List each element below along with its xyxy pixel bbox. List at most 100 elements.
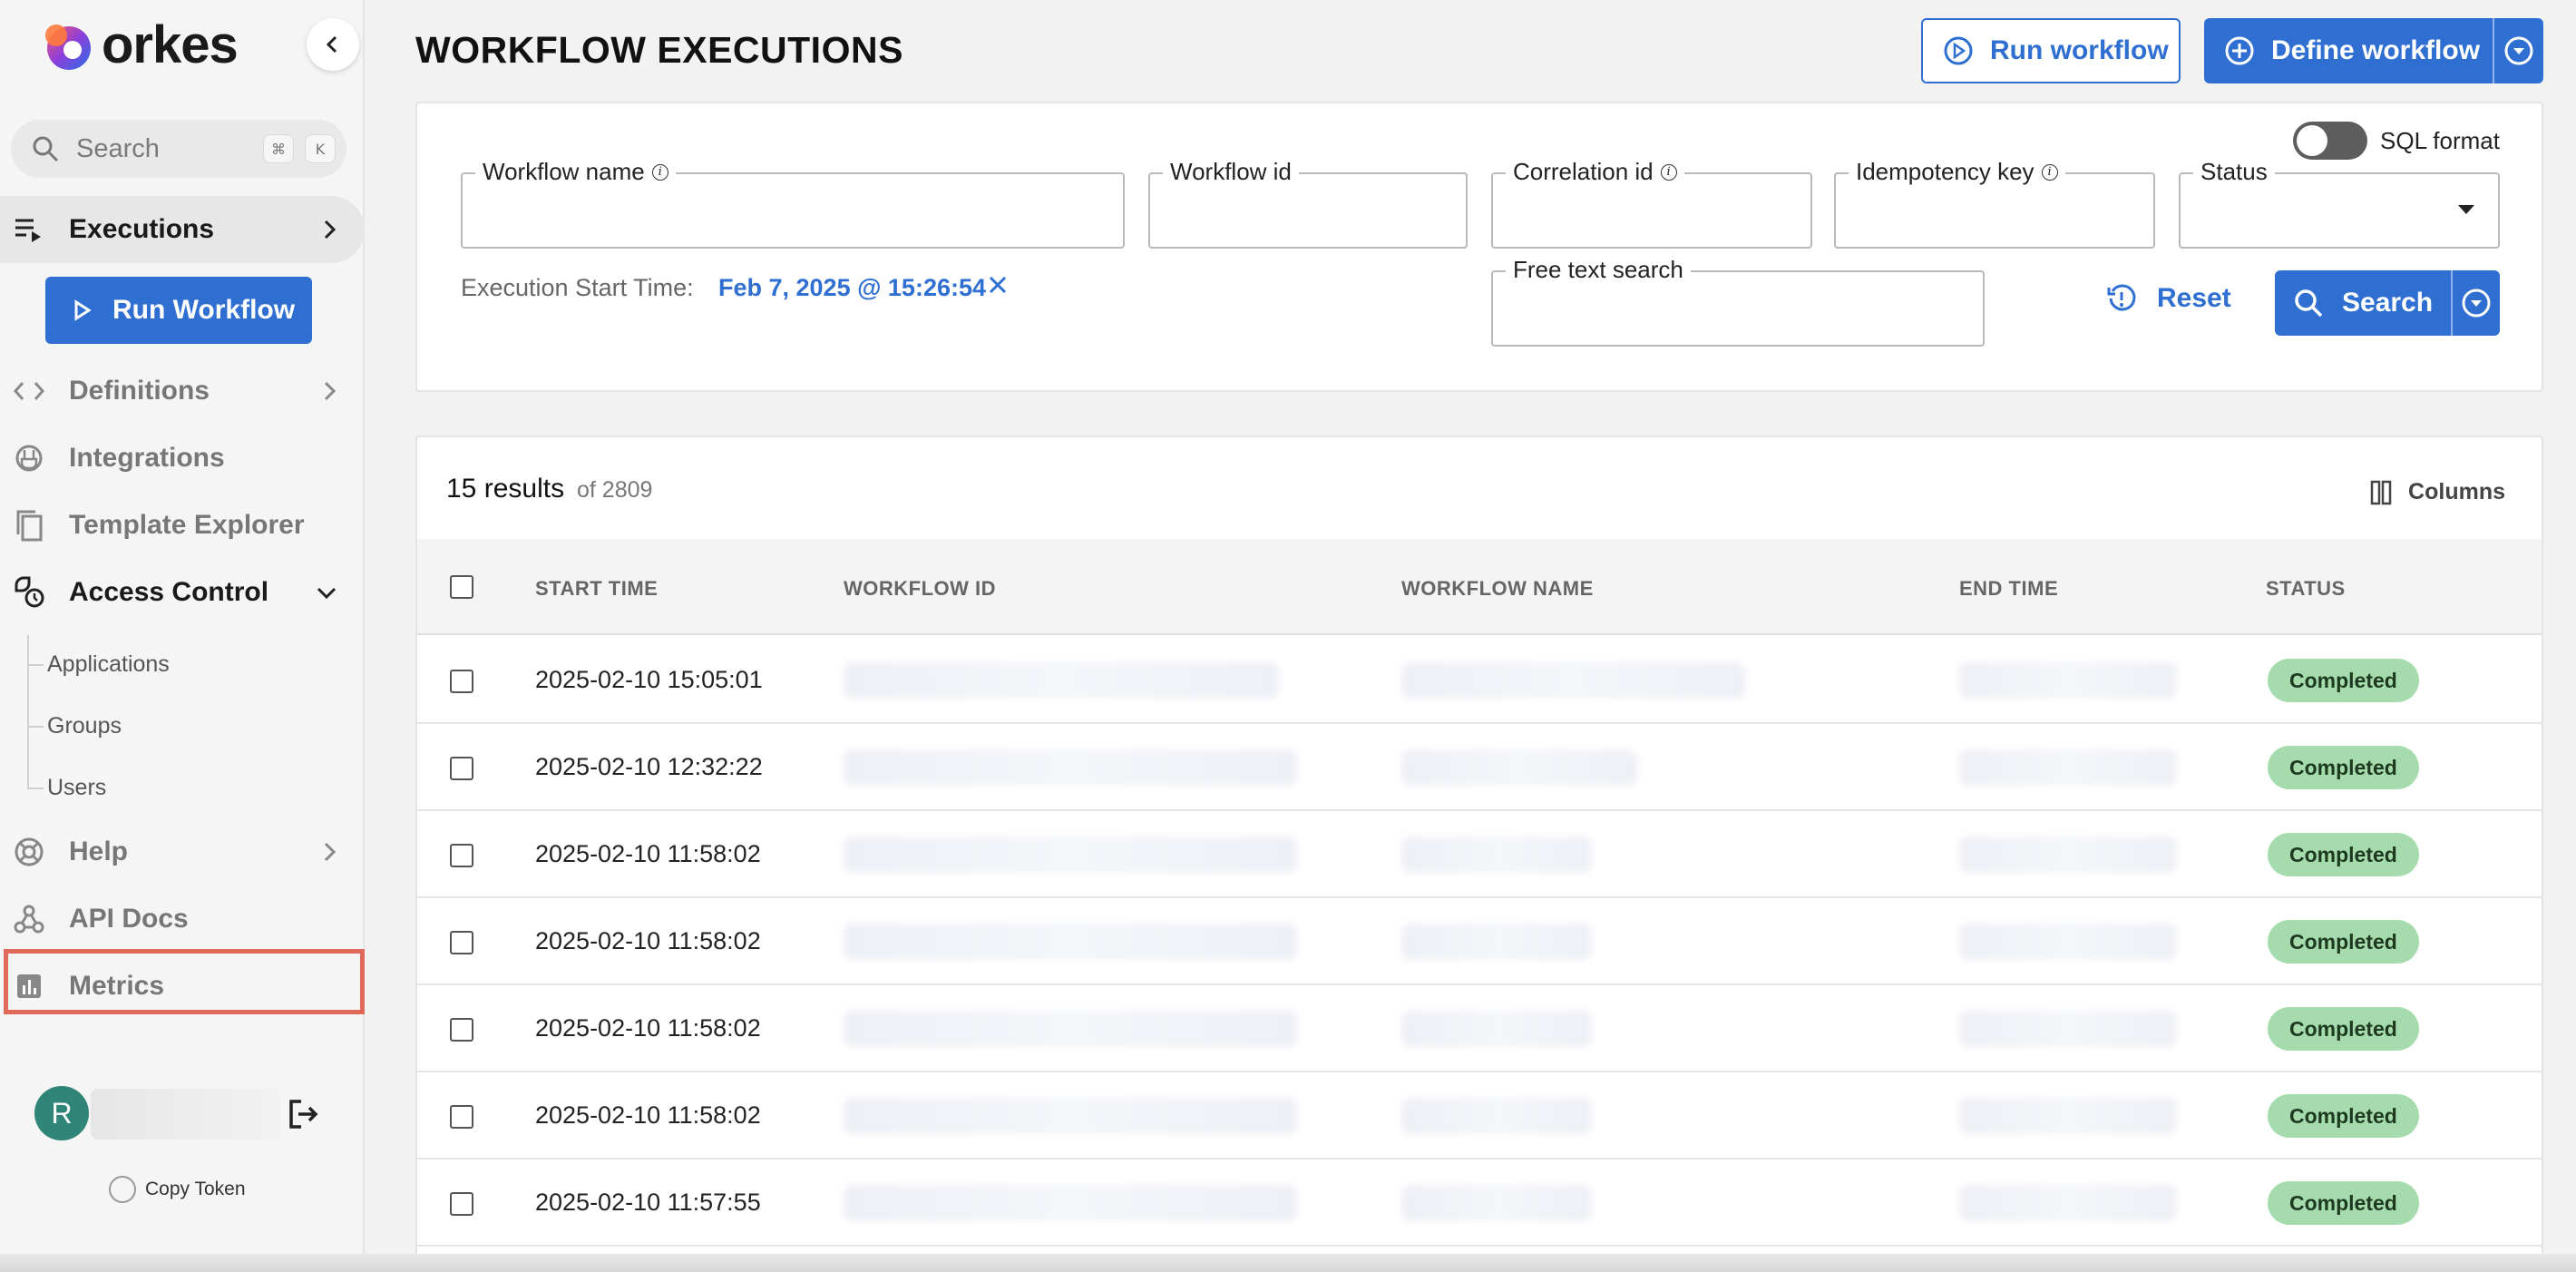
tree-branch <box>27 788 44 789</box>
header-end-time[interactable]: END TIME <box>1959 577 2058 601</box>
copy-token-button[interactable]: Copy Token <box>109 1176 246 1203</box>
idempotency-key-label: Idempotency key <box>1856 158 2034 185</box>
toggle-knob <box>2297 125 2327 156</box>
clear-start-time-button[interactable] <box>987 272 1009 303</box>
user-name-redacted <box>91 1089 281 1140</box>
chevron-right-icon <box>324 220 337 240</box>
workflow-id-redacted[interactable] <box>844 1185 1297 1221</box>
header-status[interactable]: STATUS <box>2266 577 2346 601</box>
tree-branch <box>27 726 44 728</box>
sidebar-item-integrations[interactable]: Integrations <box>0 425 365 492</box>
table-row[interactable]: 2025-02-10 12:32:22 Completed <box>417 724 2542 811</box>
columns-label: Columns <box>2408 479 2505 504</box>
define-workflow-button[interactable]: Define workflow <box>2204 18 2543 83</box>
row-checkbox[interactable] <box>450 1018 473 1042</box>
free-text-search-field[interactable]: Free text search <box>1491 256 1985 347</box>
sidebar-item-users[interactable]: Users <box>47 775 106 801</box>
info-icon[interactable]: i <box>651 163 668 181</box>
sidebar-item-api-docs[interactable]: API Docs <box>0 886 365 953</box>
header-workflow-name[interactable]: WORKFLOW NAME <box>1401 577 1594 601</box>
token-icon <box>109 1176 136 1203</box>
header-workflow-id[interactable]: WORKFLOW ID <box>844 577 996 601</box>
table-row[interactable]: 2025-02-10 11:58:02 Completed <box>417 1072 2542 1159</box>
workflow-id-redacted[interactable] <box>844 924 1297 960</box>
sidebar-run-workflow-button[interactable]: Run Workflow <box>45 277 312 344</box>
lifebuoy-icon <box>13 836 45 868</box>
status-badge: Completed <box>2268 1094 2419 1138</box>
workflow-id-label: Workflow id <box>1170 158 1292 185</box>
status-badge: Completed <box>2268 1007 2419 1051</box>
define-workflow-dropdown[interactable] <box>2493 18 2543 83</box>
sidebar-search-label: Search <box>76 133 160 163</box>
row-checkbox[interactable] <box>450 1105 473 1129</box>
table-row[interactable]: 2025-02-10 11:58:02 Completed <box>417 898 2542 985</box>
sidebar-item-applications[interactable]: Applications <box>47 651 170 678</box>
orkes-logo[interactable]: orkes <box>36 15 239 75</box>
sidebar-item-label: Template Explorer <box>69 510 305 540</box>
row-checkbox[interactable] <box>450 844 473 867</box>
row-checkbox[interactable] <box>450 931 473 954</box>
workflow-id-redacted[interactable] <box>844 837 1297 873</box>
chevron-left-icon <box>326 35 337 54</box>
orkes-logo-icon <box>36 15 96 75</box>
logout-button[interactable] <box>287 1098 319 1135</box>
workflow-name-redacted <box>1401 749 1637 786</box>
reset-button[interactable]: Reset <box>2106 283 2231 314</box>
table-row[interactable]: 2025-02-10 11:58:02 Completed <box>417 985 2542 1072</box>
free-text-label: Free text search <box>1513 256 1683 283</box>
sidebar-item-label: Help <box>69 837 129 866</box>
search-label: Search <box>2342 288 2434 318</box>
start-time-cell: 2025-02-10 11:58:02 <box>535 840 761 867</box>
header-start-time[interactable]: START TIME <box>535 577 658 601</box>
avatar[interactable]: R <box>34 1086 89 1140</box>
workflow-name-redacted <box>1401 837 1592 873</box>
close-icon <box>989 276 1007 294</box>
workflow-id-redacted[interactable] <box>844 1011 1297 1047</box>
run-workflow-label: Run Workflow <box>112 295 296 325</box>
sql-format-toggle[interactable] <box>2293 122 2367 160</box>
execution-start-value[interactable]: Feb 7, 2025 @ 15:26:54 <box>718 274 986 302</box>
table-row[interactable]: 2025-02-10 11:57:55 Completed <box>417 1159 2542 1247</box>
end-time-redacted <box>1959 749 2177 786</box>
brand-name: orkes <box>102 15 239 74</box>
search-button[interactable]: Search <box>2275 270 2500 336</box>
sidebar-item-help[interactable]: Help <box>0 818 365 886</box>
workflow-id-field[interactable]: Workflow id <box>1148 158 1468 249</box>
columns-button[interactable]: Columns <box>2370 479 2505 505</box>
collapse-sidebar-button[interactable] <box>307 18 359 71</box>
start-time-cell: 2025-02-10 15:05:01 <box>535 666 763 693</box>
workflow-id-redacted[interactable] <box>844 749 1297 786</box>
sidebar-item-executions[interactable]: Executions <box>0 196 365 263</box>
workflow-id-redacted[interactable] <box>844 662 1279 699</box>
results-panel: 15 results of 2809 Columns START TIME WO… <box>415 435 2543 1272</box>
sidebar-item-groups[interactable]: Groups <box>47 713 122 739</box>
status-select[interactable]: Status <box>2179 158 2500 249</box>
search-icon <box>33 136 59 162</box>
row-checkbox[interactable] <box>450 757 473 780</box>
window-bottom-edge <box>0 1254 2576 1272</box>
workflow-name-redacted <box>1401 662 1746 699</box>
workflow-name-field[interactable]: Workflow name i <box>461 158 1125 249</box>
sidebar-search[interactable]: Search ⌘ K <box>11 120 346 178</box>
define-workflow-label: Define workflow <box>2271 35 2481 65</box>
sidebar-item-definitions[interactable]: Definitions <box>0 357 365 425</box>
run-workflow-button[interactable]: Run workflow <box>1921 18 2181 83</box>
table-row[interactable]: 2025-02-10 15:05:01 Completed <box>417 637 2542 724</box>
sidebar-item-template-explorer[interactable]: Template Explorer <box>0 492 365 559</box>
correlation-id-field[interactable]: Correlation id i <box>1491 158 1812 249</box>
info-icon[interactable]: i <box>1660 163 1677 181</box>
table-row[interactable]: 2025-02-10 11:58:02 Completed <box>417 811 2542 898</box>
row-checkbox[interactable] <box>450 670 473 693</box>
status-badge: Completed <box>2268 746 2419 789</box>
sidebar-item-access-control[interactable]: Access Control <box>0 559 365 626</box>
info-icon[interactable]: i <box>2041 163 2058 181</box>
plus-circle-icon <box>2225 36 2254 65</box>
workflow-id-redacted[interactable] <box>844 1098 1297 1134</box>
workflow-name-redacted <box>1401 1011 1592 1047</box>
code-icon <box>13 375 45 407</box>
chevron-down-circle-icon <box>2504 36 2533 65</box>
idempotency-key-field[interactable]: Idempotency key i <box>1834 158 2155 249</box>
row-checkbox[interactable] <box>450 1192 473 1216</box>
select-all-checkbox[interactable] <box>450 575 473 599</box>
search-options-dropdown[interactable] <box>2451 270 2500 336</box>
